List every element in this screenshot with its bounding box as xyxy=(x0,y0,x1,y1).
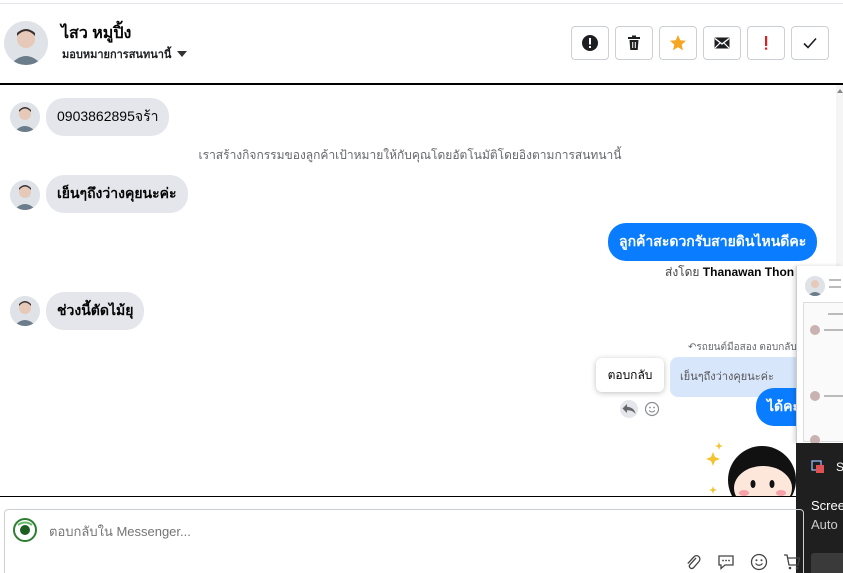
system-notice: เราสร้างกิจกรรมของลูกค้าเป้าหมายให้กับคุ… xyxy=(198,148,622,162)
preview-line xyxy=(824,395,843,397)
mark-unread-button[interactable] xyxy=(703,26,741,60)
toast-body: Auto xyxy=(811,517,838,532)
preview-avatar-dot xyxy=(810,435,820,443)
preview-avatar-dot xyxy=(810,325,820,335)
star-button[interactable] xyxy=(659,26,697,60)
react-action-button[interactable] xyxy=(643,400,661,418)
scroll-up-icon xyxy=(837,89,843,93)
preview-line xyxy=(828,313,843,315)
contact-avatar[interactable] xyxy=(4,21,48,65)
cartoon-sticker[interactable] xyxy=(705,440,800,496)
sent-by-name: Thanawan Thon xyxy=(702,265,795,279)
sent-by-prefix: ส่งโดย xyxy=(665,265,700,279)
star-icon xyxy=(670,35,686,51)
preview-line xyxy=(829,286,841,288)
incoming-message[interactable]: 0903862895จร้า xyxy=(46,98,170,136)
overlay-window-preview[interactable] xyxy=(796,266,843,443)
toast-app-name: S xyxy=(836,460,843,474)
incoming-message[interactable]: เย็นๆถึงว่างคุยนะค่ะ xyxy=(46,175,188,213)
top-divider xyxy=(0,3,843,4)
contact-avatar-small xyxy=(10,180,40,210)
reply-header: ↶รถยนต์มือสอง ตอบกลับ xyxy=(688,340,797,355)
smiley-icon xyxy=(644,401,660,417)
reply-action-button[interactable] xyxy=(620,400,638,418)
emoji-button[interactable] xyxy=(748,553,769,571)
contact-avatar-small xyxy=(10,296,40,326)
chat-bubble-icon xyxy=(717,555,734,570)
reply-input[interactable] xyxy=(49,524,649,539)
assign-dropdown[interactable]: มอบหมายการสนทนานี้ xyxy=(62,45,188,63)
smiley-icon xyxy=(750,553,767,571)
cart-icon xyxy=(783,554,800,570)
check-icon xyxy=(803,37,817,49)
exclamation-circle-icon xyxy=(582,35,598,51)
preview-line xyxy=(829,279,841,281)
snip-icon xyxy=(811,460,824,473)
outgoing-message[interactable]: ลูกค้าสะดวกรับสายดินไหนดีคะ xyxy=(608,223,818,261)
composer xyxy=(0,496,804,573)
toast-title: Scree xyxy=(811,498,843,513)
preview-line xyxy=(824,329,843,331)
message-thread[interactable]: 0903862895จร้า เราสร้างกิจกรรมของลูกค้าเ… xyxy=(0,85,843,496)
assign-label: มอบหมายการสนทนานี้ xyxy=(62,49,172,61)
paperclip-icon xyxy=(686,554,701,570)
preview-avatar xyxy=(805,276,825,296)
reply-icon xyxy=(622,404,636,414)
preview-avatar-dot xyxy=(810,391,820,401)
exclamation-icon xyxy=(765,36,768,50)
sent-by-label: ส่งโดย Thanawan Thon xyxy=(665,263,794,282)
conversation-header: ไสว หมูปิ้ง มอบหมายการสนทนานี้ xyxy=(0,0,843,85)
trash-icon xyxy=(628,35,640,50)
saved-replies-button[interactable] xyxy=(715,553,736,571)
envelope-icon xyxy=(714,37,730,49)
delete-button[interactable] xyxy=(615,26,653,60)
incoming-message[interactable]: ช่วงนี้ตัดไม้ยุ xyxy=(46,292,145,330)
composer-toolbar xyxy=(682,553,802,571)
contact-name[interactable]: ไสว หมูปิ้ง xyxy=(61,21,131,46)
reply-tooltip: ตอบกลับ xyxy=(596,358,664,392)
header-toolbar xyxy=(571,26,829,60)
attach-button[interactable] xyxy=(682,553,703,571)
contact-avatar-small xyxy=(10,102,40,132)
shop-button[interactable] xyxy=(781,553,802,571)
spam-button[interactable] xyxy=(571,26,609,60)
reply-context: รถยนต์มือสอง ตอบกลับ xyxy=(696,342,797,353)
page-avatar xyxy=(12,517,38,543)
caret-down-icon xyxy=(177,51,188,57)
toast-action-button[interactable] xyxy=(811,553,843,573)
follow-up-button[interactable] xyxy=(747,26,785,60)
preview-content xyxy=(803,302,843,443)
done-button[interactable] xyxy=(791,26,829,60)
